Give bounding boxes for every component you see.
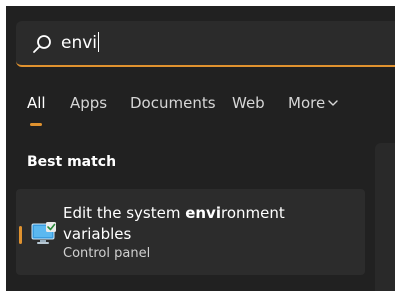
result-title: Edit the system environment variables (63, 203, 303, 245)
result-subtitle: Control panel (63, 246, 151, 261)
tab-apps[interactable]: Apps (70, 92, 107, 114)
search-panel: envi All Apps Documents Web More Best ma… (6, 6, 395, 291)
best-match-result[interactable]: Edit the system environment variables Co… (16, 189, 365, 275)
tab-all[interactable]: All (27, 92, 46, 114)
text-caret (98, 32, 100, 52)
search-input[interactable]: envi (61, 31, 100, 55)
filter-tabs: All Apps Documents Web More (6, 92, 395, 122)
search-input-value: envi (61, 33, 98, 53)
preview-pane (375, 143, 395, 291)
tab-more-label: More (288, 94, 326, 112)
tab-documents[interactable]: Documents (130, 92, 216, 114)
best-match-heading: Best match (27, 154, 117, 170)
system-properties-icon (31, 222, 56, 244)
selection-indicator (19, 226, 22, 244)
result-title-highlight: envi (185, 204, 221, 222)
result-title-prefix: Edit the system (63, 204, 186, 222)
tab-more[interactable]: More (288, 92, 339, 114)
chevron-down-icon (328, 100, 338, 106)
tab-web[interactable]: Web (232, 92, 265, 114)
search-icon (33, 35, 51, 53)
search-box[interactable]: envi (16, 21, 395, 67)
active-tab-indicator (30, 123, 42, 126)
